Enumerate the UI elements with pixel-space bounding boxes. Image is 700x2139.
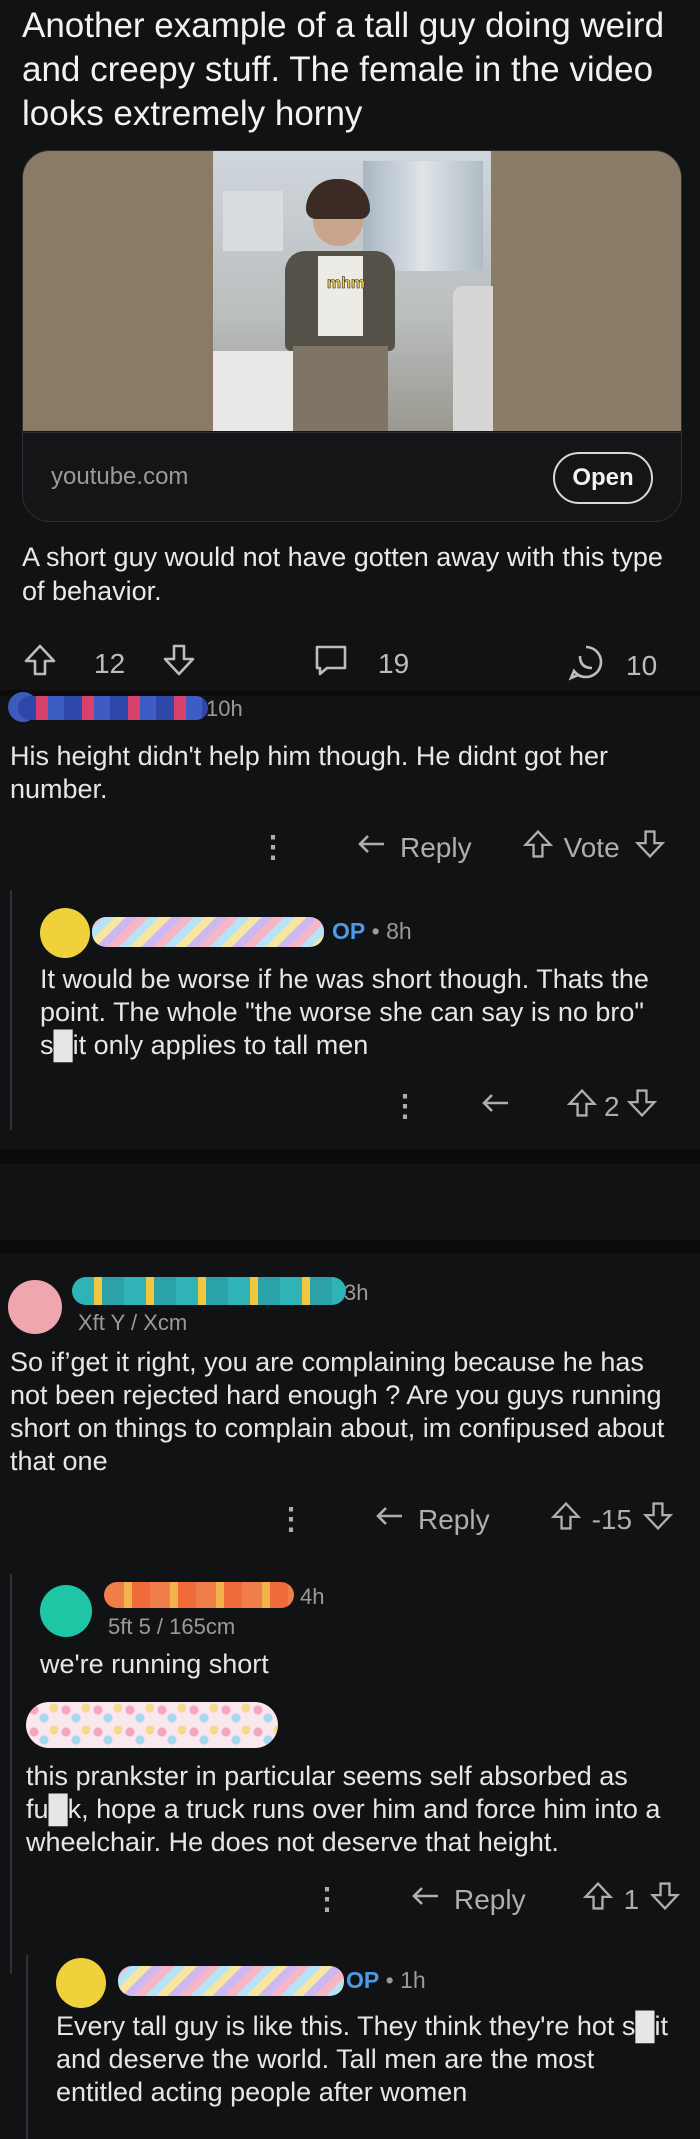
reply-button[interactable]: Reply [400,832,472,864]
comment-text: It would be worse if he was short though… [40,964,649,1060]
comment-count: 19 [378,647,410,679]
comment-text: this prankster in particular seems self … [26,1761,661,1857]
downvote-icon[interactable] [634,828,666,867]
comment-time: 10h [206,696,243,721]
reply-icon[interactable] [410,1882,442,1917]
op-badge: OP [346,1967,380,1993]
comment-time: • 1h [385,1967,426,1993]
vote-count: 1 [623,1883,640,1915]
redacted-username [18,696,208,720]
comment-text: Every tall guy is like this. They think … [56,2011,669,2107]
comments-button[interactable]: 19 [312,642,409,685]
reply-button[interactable]: Reply [418,1504,490,1536]
more-options-icon[interactable]: ⋮ [312,1882,342,1917]
avatar[interactable] [40,908,90,958]
reply-icon[interactable] [356,830,388,865]
upvote-icon[interactable] [566,1087,598,1126]
thread-line [26,1955,28,2139]
vote-count: -15 [591,1503,633,1535]
user-flair: Xft Y / Xcm [78,1310,188,1335]
comment-text: His height didn't help him though. He di… [10,741,609,804]
vote-label: Vote [563,831,620,863]
thread-line [10,890,12,1130]
downvote-icon[interactable] [161,642,197,685]
post-body: A short guy would not have gotten away w… [22,542,663,606]
downvote-icon[interactable] [642,1500,674,1539]
redacted-username [104,1582,294,1608]
share-count: 10 [626,649,658,681]
upvote-icon[interactable] [522,828,554,867]
upvote-icon[interactable] [582,1880,614,1919]
reply-button[interactable]: Reply [454,1884,526,1916]
divider [0,1240,700,1254]
avatar[interactable] [56,1958,106,2008]
downvote-icon[interactable] [626,1087,658,1126]
comment-actions: ⋮ Reply -15 [276,1500,674,1539]
comment-actions: ⋮ Reply Vote [258,828,666,867]
avatar[interactable] [8,1280,62,1334]
comment-icon [312,642,350,685]
upvote-icon[interactable] [22,642,58,685]
op-badge: OP [332,918,366,944]
redacted-username [72,1277,346,1305]
upvote-count: 12 [94,647,126,679]
comment-meta: OP • 1h [346,1967,426,1994]
avatar[interactable] [40,1585,92,1637]
video-caption: mhm [326,275,366,293]
vote-count: 2 [604,1090,620,1122]
redacted-username [118,1966,344,1996]
post-vote-bar: 12 [22,642,197,685]
comment-time: 4h [300,1584,325,1609]
comment-actions: ⋮ 2 [390,1087,658,1126]
redacted-username [92,917,324,947]
comment-time: • 8h [371,918,412,944]
share-button[interactable]: 10 [566,642,657,689]
post-title: Another example of a tall guy doing weir… [22,6,665,133]
link-preview-card[interactable]: mhm youtube.com Open [22,150,682,522]
upvote-icon[interactable] [550,1500,582,1539]
user-flair: 5ft 5 / 165cm [108,1614,236,1639]
comment-text: So if’get it right, you are complaining … [10,1347,665,1476]
thread-line [10,1574,12,1974]
comment-actions: ⋮ Reply 1 [312,1880,681,1919]
reply-icon[interactable] [480,1089,512,1124]
divider [0,1150,700,1164]
whatsapp-icon [566,642,606,689]
comment-meta: OP • 8h [332,918,412,945]
more-options-icon[interactable]: ⋮ [390,1089,420,1124]
comment-time: 3h [344,1280,369,1305]
comment-text: we're running short [40,1649,269,1679]
redacted-username [26,1702,278,1748]
more-options-icon[interactable]: ⋮ [258,830,288,865]
reply-icon[interactable] [374,1502,406,1537]
video-thumbnail[interactable]: mhm [23,151,681,431]
link-domain[interactable]: youtube.com [51,463,188,491]
open-link-button[interactable]: Open [553,452,653,504]
downvote-icon[interactable] [649,1880,681,1919]
more-options-icon[interactable]: ⋮ [276,1502,306,1537]
